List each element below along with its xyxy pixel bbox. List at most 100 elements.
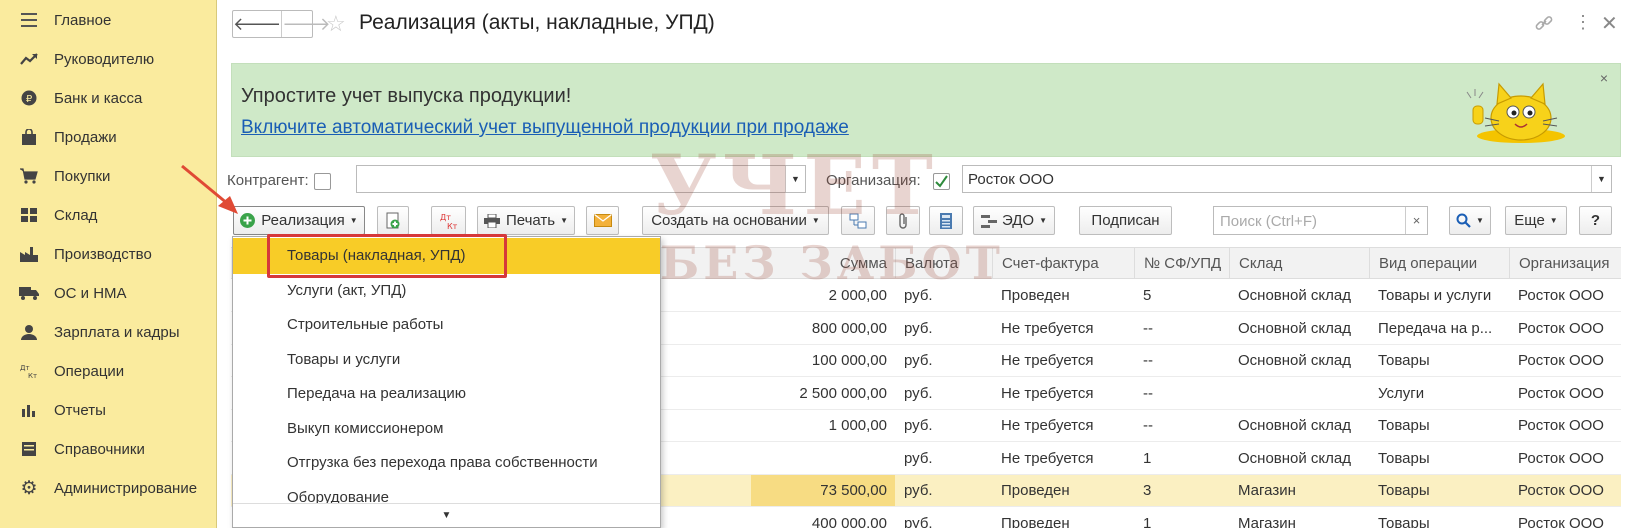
column-header-sum[interactable]: Сумма bbox=[751, 248, 895, 279]
realization-button[interactable]: Реализация ▼ bbox=[233, 206, 365, 235]
calculator-button[interactable] bbox=[929, 206, 963, 235]
sidebar-item-label: Продажи bbox=[54, 128, 117, 146]
print-label: Печать bbox=[505, 212, 556, 229]
banner-link[interactable]: Включите автоматический учет выпущенной … bbox=[241, 117, 849, 139]
sidebar-item-manager[interactable]: Руководителю bbox=[0, 39, 216, 79]
search-input[interactable]: Поиск (Ctrl+F) × bbox=[1213, 206, 1428, 235]
svg-text:₽: ₽ bbox=[26, 94, 33, 105]
sidebar-item-main[interactable]: Главное bbox=[0, 0, 216, 40]
signed-label: Подписан bbox=[1091, 212, 1160, 229]
back-button[interactable]: 🡐 bbox=[233, 11, 281, 37]
sidebar-item-label: Главное bbox=[54, 11, 112, 29]
chevron-down-icon: ▼ bbox=[1039, 216, 1048, 225]
banner-close-button[interactable]: × bbox=[1600, 70, 1608, 86]
link-icon[interactable] bbox=[1535, 14, 1553, 37]
sidebar-item-directories[interactable]: Справочники bbox=[0, 429, 216, 469]
more-button[interactable]: Еще ▼ bbox=[1505, 206, 1567, 235]
sidebar-item-salary[interactable]: Зарплата и кадры bbox=[0, 312, 216, 352]
forward-button[interactable]: 🡒 bbox=[281, 11, 331, 37]
dt-kt-button[interactable]: Дт Кт bbox=[431, 206, 466, 235]
dropdown-item[interactable]: Услуги (акт, УПД) bbox=[233, 273, 660, 309]
sidebar-item-label: Производство bbox=[54, 245, 152, 263]
arrow-left-icon: 🡐 bbox=[233, 13, 282, 34]
cell-sum: 400 000,00 bbox=[811, 514, 887, 528]
cell-op: Услуги bbox=[1378, 384, 1425, 402]
favorite-star-icon[interactable]: ☆ bbox=[326, 11, 346, 37]
chevron-down-icon: ▼ bbox=[811, 216, 820, 225]
column-header-operation[interactable]: Вид операции bbox=[1369, 248, 1509, 279]
chevron-down-icon: ▼ bbox=[1476, 216, 1484, 225]
email-button[interactable] bbox=[586, 206, 619, 235]
paperclip-icon bbox=[899, 212, 907, 229]
cell-org: Росток ООО bbox=[1518, 287, 1604, 304]
cell-num: 1 bbox=[1143, 449, 1152, 467]
cell-num: -- bbox=[1143, 319, 1153, 337]
close-icon[interactable]: ✕ bbox=[1601, 11, 1618, 36]
cell-sf: Не требуется bbox=[1001, 319, 1094, 337]
dropdown-item[interactable]: Товары и услуги bbox=[233, 342, 660, 378]
column-header-organization[interactable]: Организация bbox=[1509, 248, 1621, 279]
cell-cur: руб. bbox=[904, 514, 933, 528]
structure-button[interactable] bbox=[841, 206, 875, 235]
sidebar-item-label: Покупки bbox=[54, 167, 111, 185]
column-header-invoice-number[interactable]: № СФ/УПД bbox=[1134, 248, 1229, 279]
cell-num: -- bbox=[1143, 384, 1153, 402]
chevron-down-icon[interactable]: ▼ bbox=[1591, 166, 1611, 192]
clear-search-button[interactable]: × bbox=[1405, 207, 1427, 234]
sidebar-item-bank[interactable]: ₽ Банк и касса bbox=[0, 78, 216, 118]
attachment-button[interactable] bbox=[886, 206, 920, 235]
search-icon bbox=[1456, 213, 1471, 228]
dt-kt-icon: Дт Кт bbox=[16, 363, 42, 379]
create-based-on-button[interactable]: Создать на основании ▼ bbox=[642, 206, 829, 235]
book-icon bbox=[16, 441, 42, 457]
chevron-down-icon[interactable]: ▼ bbox=[785, 166, 805, 192]
sidebar-item-operations[interactable]: Дт Кт Операции bbox=[0, 351, 216, 391]
edo-button[interactable]: ЭДО ▼ bbox=[973, 206, 1055, 235]
cell-sf: Не требуется bbox=[1001, 449, 1094, 467]
sidebar-item-label: ОС и НМА bbox=[54, 284, 127, 302]
cell-sf: Не требуется bbox=[1001, 384, 1094, 402]
signed-button[interactable]: Подписан bbox=[1079, 206, 1172, 235]
column-header-currency[interactable]: Валюта bbox=[895, 248, 992, 279]
print-button[interactable]: Печать ▼ bbox=[477, 206, 575, 235]
edo-icon bbox=[980, 214, 997, 228]
sidebar-item-production[interactable]: Производство bbox=[0, 234, 216, 274]
cell-cur: руб. bbox=[904, 287, 933, 304]
cell-org: Росток ООО bbox=[1518, 384, 1604, 402]
column-header-invoice[interactable]: Счет-фактура bbox=[992, 248, 1134, 279]
search-button[interactable]: ▼ bbox=[1449, 206, 1491, 235]
cell-op: Товары bbox=[1378, 449, 1430, 467]
sidebar-item-reports[interactable]: Отчеты bbox=[0, 390, 216, 430]
organization-field[interactable]: Росток ООО ▼ bbox=[962, 165, 1612, 193]
sidebar-item-fixed-assets[interactable]: ОС и НМА bbox=[0, 273, 216, 313]
dropdown-item[interactable]: Товары (накладная, УПД) bbox=[233, 238, 660, 274]
organization-checkbox[interactable] bbox=[933, 173, 950, 190]
sidebar-item-sales[interactable]: Продажи bbox=[0, 117, 216, 157]
pointer-arrow-icon bbox=[181, 164, 238, 214]
more-label: Еще bbox=[1514, 212, 1545, 229]
more-vertical-icon[interactable]: ⋮ bbox=[1574, 12, 1592, 33]
sidebar-item-label: Отчеты bbox=[54, 401, 106, 419]
sidebar-item-label: Справочники bbox=[54, 440, 145, 458]
copy-document-button[interactable] bbox=[377, 206, 409, 235]
dropdown-item[interactable]: Строительные работы bbox=[233, 307, 660, 343]
dropdown-item[interactable]: Выкуп комиссионером bbox=[233, 411, 660, 447]
cell-wh bbox=[1229, 378, 1369, 409]
help-button[interactable]: ? bbox=[1579, 206, 1612, 235]
cell-op: Товары bbox=[1378, 417, 1430, 434]
page-title: Реализация (акты, накладные, УПД) bbox=[359, 11, 715, 34]
cell-wh: Основной склад bbox=[1238, 287, 1352, 304]
counterparty-field[interactable]: ▼ bbox=[356, 165, 806, 193]
promo-banner: Упростите учет выпуска продукции! Включи… bbox=[231, 63, 1621, 157]
column-header-warehouse[interactable]: Склад bbox=[1229, 248, 1369, 279]
dropdown-item[interactable]: Отгрузка без перехода права собственност… bbox=[233, 445, 660, 481]
svg-text:Кт: Кт bbox=[28, 372, 37, 379]
cell-wh: Основной склад bbox=[1238, 417, 1352, 434]
counterparty-checkbox[interactable] bbox=[314, 173, 331, 190]
dropdown-item[interactable]: Передача на реализацию bbox=[233, 376, 660, 412]
arrow-right-icon: 🡒 bbox=[282, 13, 331, 34]
scroll-down-button[interactable]: ▼ bbox=[233, 503, 660, 527]
grid-icon bbox=[16, 208, 42, 222]
cell-cur: руб. bbox=[904, 319, 933, 337]
sidebar-item-admin[interactable]: ⚙ Администрирование bbox=[0, 468, 216, 508]
